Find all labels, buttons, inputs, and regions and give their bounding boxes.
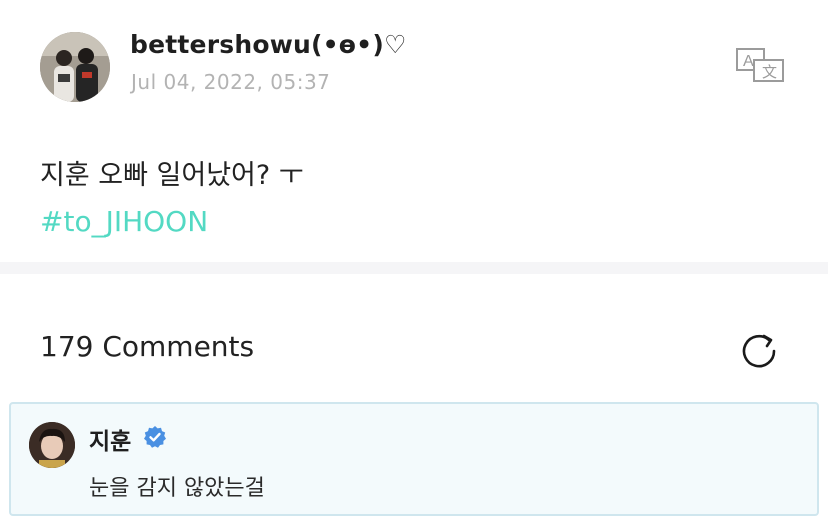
- hashtag-link[interactable]: #to_JIHOON: [40, 202, 800, 242]
- translate-icon[interactable]: A 文: [734, 46, 786, 84]
- post-timestamp: Jul 04, 2022, 05:37: [131, 70, 331, 94]
- post-body: 지훈 오빠 일어났어? ㅜ #to_JIHOON: [40, 156, 800, 242]
- refresh-icon[interactable]: [738, 330, 782, 372]
- comment-item[interactable]: 지훈 눈을 감지 않았는걸: [9, 402, 819, 516]
- svg-text:A: A: [743, 53, 754, 70]
- svg-text:文: 文: [762, 64, 777, 81]
- section-divider: [0, 262, 828, 274]
- comment-avatar[interactable]: [29, 422, 75, 468]
- comment-text: 눈을 감지 않았는걸: [89, 476, 265, 501]
- username[interactable]: bettershowu(•ɵ•)♡: [130, 30, 407, 59]
- comments-count-heading: 179 Comments: [40, 330, 255, 363]
- commenter-photo: [29, 422, 75, 468]
- post-header: bettershowu(•ɵ•)♡ Jul 04, 2022, 05:37 A …: [0, 0, 828, 120]
- verified-badge-icon: [143, 425, 167, 449]
- comment-author[interactable]: 지훈: [89, 422, 131, 456]
- post-text: 지훈 오빠 일어났어? ㅜ: [40, 160, 304, 191]
- avatar-photo: [40, 32, 110, 102]
- avatar[interactable]: [40, 32, 110, 102]
